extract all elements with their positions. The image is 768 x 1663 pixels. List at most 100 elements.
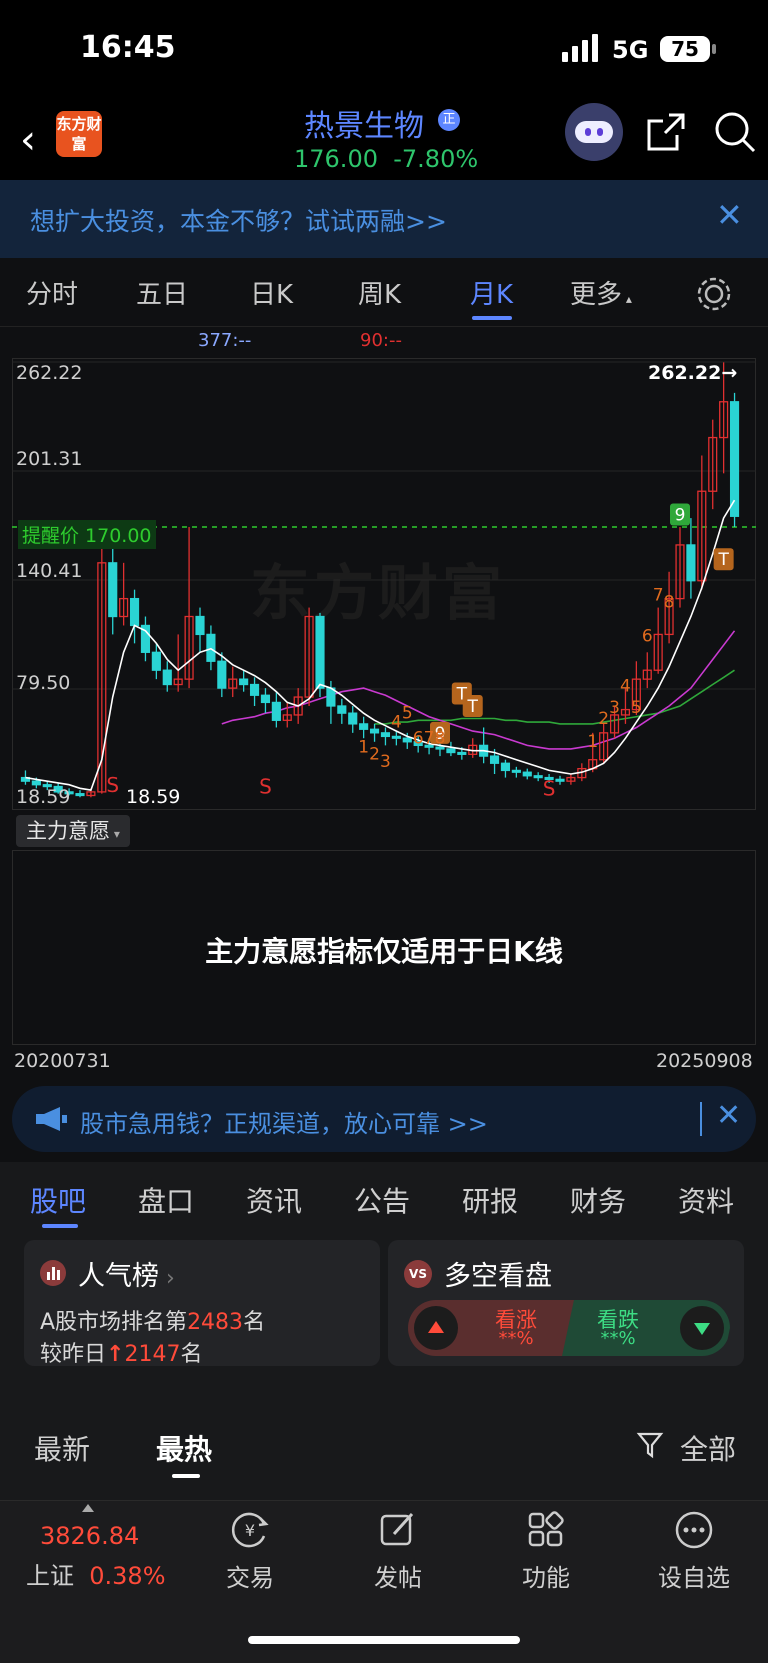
battery-icon: 75 [660, 36, 710, 62]
candle-body [239, 678, 249, 686]
stock-price-change: 176.00 -7.80% [294, 145, 478, 173]
ma90-label: 90:-- [360, 330, 402, 351]
app-logo: 东方财富 [56, 111, 102, 157]
y-label-2: 201.31 [16, 448, 83, 470]
share-icon[interactable] [645, 111, 687, 153]
nav-functions[interactable]: 功能 [496, 1510, 596, 1593]
signal-t-marker[interactable]: T [713, 548, 734, 571]
td-count-late: 7 [653, 585, 664, 605]
close-icon[interactable]: ✕ [716, 196, 743, 234]
rank-value: 2483 [187, 1310, 244, 1335]
robot-face [575, 121, 613, 143]
svg-text:T: T [717, 550, 729, 570]
low-price-label: 18.59 [126, 786, 181, 808]
more-dots-icon [675, 1511, 713, 1549]
margin-banner[interactable]: 想扩大投资，本金不够？试试两融>> ✕ [0, 180, 768, 258]
tab-five-day[interactable]: 五日 [136, 274, 188, 311]
vote-up-button[interactable] [414, 1306, 458, 1350]
ad-divider [700, 1102, 702, 1136]
tab-weekly-k[interactable]: 周K [358, 274, 401, 311]
tab-finance[interactable]: 财务 [570, 1180, 626, 1220]
tab-monthly-k[interactable]: 月K [470, 274, 513, 311]
svg-text:T: T [467, 697, 479, 717]
indicator-message: 主力意愿指标仅适用于日K线 [205, 935, 563, 968]
nav-post[interactable]: 发帖 [348, 1510, 448, 1593]
td-count-late: 3 [609, 698, 620, 718]
rank-change-line: 较昨日↑2147名 [40, 1336, 202, 1366]
chevron-right-icon: › [159, 1266, 175, 1291]
candle-body [729, 401, 740, 517]
td-count-early: 8 [435, 729, 446, 749]
banner-text[interactable]: 想扩大投资，本金不够？试试两融>> [30, 202, 447, 238]
candle-body [686, 544, 696, 582]
sort-hot[interactable]: 最热 [156, 1428, 212, 1468]
tab-profile[interactable]: 资料 [678, 1180, 734, 1220]
candle-body [260, 694, 271, 704]
back-arrow-icon[interactable]: ‹ [20, 117, 36, 163]
status-bar: 16:45 5G 75 [0, 0, 768, 95]
tab-more-label: 更多 [570, 280, 623, 310]
status-time: 16:45 [80, 30, 176, 65]
index-name: 上证 [26, 1562, 74, 1590]
network-label: 5G [612, 36, 649, 64]
loan-ad[interactable]: 股市急用钱？正规渠道，放心可靠 >> ✕ [12, 1086, 756, 1152]
signal-t-marker[interactable]: T [462, 694, 483, 717]
change-suffix: 名 [180, 1342, 203, 1366]
tab-announcements[interactable]: 公告 [354, 1180, 410, 1220]
nav-trade[interactable]: ¥ 交易 [200, 1510, 300, 1593]
candle-body [369, 728, 380, 734]
candle-body [31, 780, 41, 786]
tab-timeshare[interactable]: 分时 [26, 274, 78, 311]
td-count-late: 6 [642, 627, 653, 647]
tab-pankou[interactable]: 盘口 [138, 1180, 194, 1220]
index-change: 0.38% [89, 1562, 166, 1590]
popularity-title: 人气榜 › [78, 1254, 175, 1293]
td-count-early: 4 [391, 712, 402, 732]
filter-all[interactable]: 全部 [680, 1428, 736, 1468]
active-tab-underline [472, 316, 512, 320]
rank-prefix: A股市场排名第 [40, 1310, 188, 1335]
tab-guba[interactable]: 股吧 [30, 1180, 86, 1220]
signal-icon [582, 40, 588, 62]
nav-watchlist-label: 设自选 [658, 1564, 730, 1592]
robot-eye [585, 128, 591, 136]
tab-research[interactable]: 研报 [462, 1180, 518, 1220]
settings-gear-icon[interactable] [694, 274, 734, 314]
indicator-tag-label: 主力意愿 [26, 819, 110, 843]
robot-assistant-icon[interactable] [565, 103, 623, 161]
bull-bear-title: 多空看盘 [444, 1261, 552, 1292]
stock-name[interactable]: 热景生物 [304, 101, 424, 145]
tab-daily-k[interactable]: 日K [250, 274, 293, 311]
candle-body [489, 755, 500, 764]
sort-latest[interactable]: 最新 [34, 1428, 90, 1468]
ad-text[interactable]: 股市急用钱？正规渠道，放心可靠 >> [80, 1104, 488, 1139]
search-icon[interactable] [712, 109, 758, 155]
kline-chart[interactable]: TT9TS S S1 2 34 56 7 8 1234567 89 [12, 358, 756, 810]
sort-underline [172, 1474, 200, 1478]
close-icon[interactable]: ✕ [716, 1098, 741, 1133]
alert-price-label[interactable]: 提醒价 170.00 [18, 520, 156, 549]
filter-icon[interactable] [636, 1430, 666, 1460]
td-count-late: 5 [631, 698, 642, 718]
candle-body [500, 762, 511, 772]
tab-more[interactable]: 更多 ▴ [570, 274, 632, 311]
td-count-early: 1 [358, 738, 369, 758]
period-tabs: 分时 五日 日K 周K 月K 更多 ▴ [0, 262, 768, 326]
bull-bear-card[interactable]: VS 多空看盘 看涨 **% 看跌 **% [388, 1240, 744, 1366]
index-line[interactable]: 上证 0.38% [26, 1556, 166, 1591]
candle-body [402, 737, 412, 743]
popularity-card[interactable]: 人气榜 › A股市场排名第2483 名 较昨日↑2147名 [24, 1240, 380, 1366]
indicator-selector[interactable]: 主力意愿 ▾ [16, 815, 130, 847]
index-value[interactable]: 3826.84 [40, 1522, 139, 1550]
up-arrow-icon: ↑ [106, 1342, 125, 1366]
vote-down-button[interactable] [680, 1306, 724, 1350]
candle-body [511, 769, 521, 773]
tab-news[interactable]: 资讯 [246, 1180, 302, 1220]
nav-watchlist[interactable]: 设自选 [644, 1510, 744, 1593]
popularity-title-text: 人气榜 [78, 1261, 159, 1292]
signal-icon [572, 46, 578, 62]
td-count-early: 6 [413, 729, 424, 749]
signal-s-marker: S [106, 773, 119, 797]
signal-nine-green[interactable]: 9 [670, 503, 690, 526]
change-prefix: 较昨日 [40, 1342, 107, 1366]
